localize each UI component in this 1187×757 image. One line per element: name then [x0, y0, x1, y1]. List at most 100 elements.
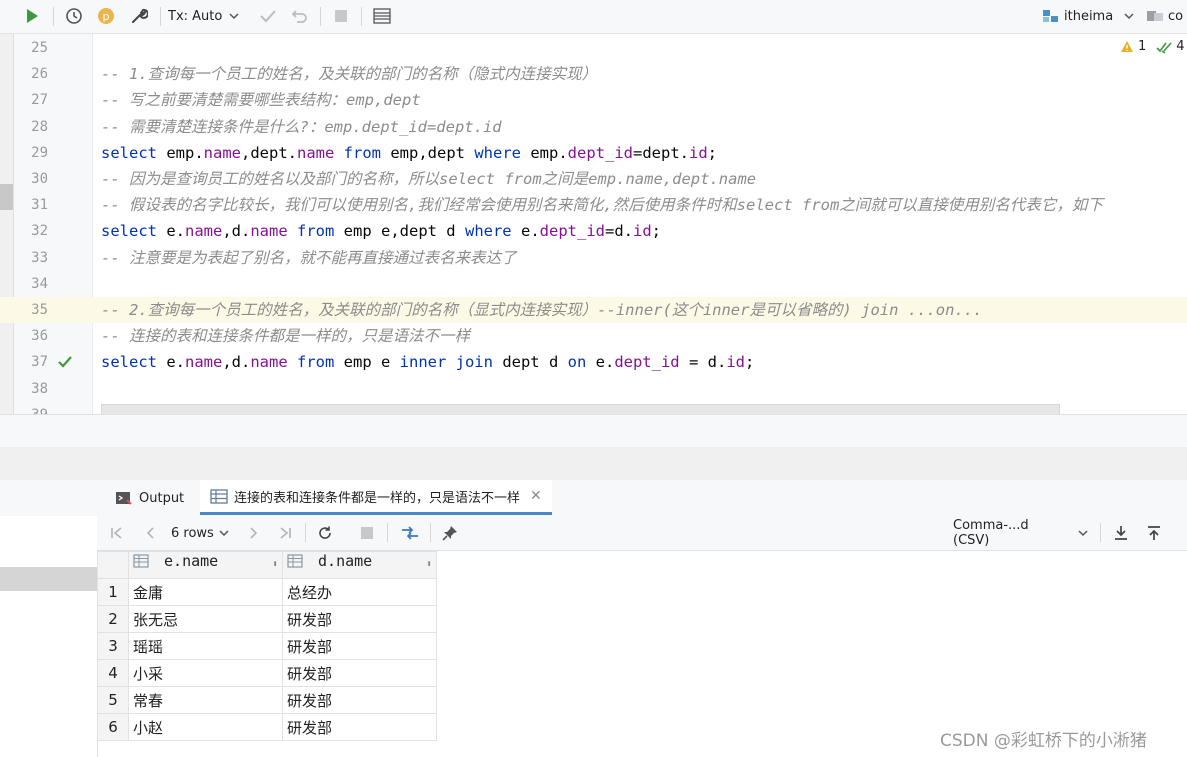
column-icon [133, 554, 149, 568]
main-toolbar: p Tx: Auto itheima co [0, 0, 1187, 34]
first-page-icon[interactable] [105, 521, 129, 545]
code-line[interactable]: 37 select e.name,d.name from emp e inner … [0, 349, 1187, 375]
watermark: CSDN @彩虹桥下的小淅猪 [940, 731, 1147, 751]
tx-mode-dropdown[interactable]: Tx: Auto [168, 4, 248, 28]
table-cell[interactable]: 研发部 [282, 659, 437, 687]
console-selector[interactable]: co [1146, 4, 1187, 28]
commit-check-icon[interactable] [256, 4, 280, 28]
row-number-header [97, 551, 129, 579]
line-number: 37 [31, 354, 48, 371]
close-icon[interactable]: ✕ [530, 488, 542, 504]
result-grid[interactable]: e.name ⬍ d.name ⬍ 1 金庸 总经办 2 张无忌 研发部 3 瑶瑶 研发部 4 小采… [97, 551, 437, 741]
code-line[interactable]: 27 -- 写之前要清楚需要哪些表结构：emp,dept [0, 87, 1187, 113]
code-line[interactable]: 36 -- 连接的表和连接条件都是一样的，只是语法不一样 [0, 323, 1187, 349]
column-header-d-name[interactable]: d.name ⬍ [282, 551, 437, 579]
code-line[interactable]: 34 [0, 271, 1187, 297]
run-icon[interactable] [20, 4, 44, 28]
svg-text:p: p [103, 10, 110, 23]
table-row[interactable]: 2 张无忌 研发部 [97, 605, 437, 633]
rollback-icon[interactable] [288, 4, 312, 28]
row-number: 6 [97, 713, 129, 741]
sql-comment: -- 需要清楚连接条件是什么?：emp.dept_id=dept.id [101, 117, 502, 136]
table-row[interactable]: 3 瑶瑶 研发部 [97, 632, 437, 660]
sql-token: ; [707, 143, 718, 162]
toolbar-separator [361, 7, 362, 26]
table-icon [210, 488, 228, 504]
line-number: 34 [31, 275, 48, 292]
sql-token: =d. [604, 222, 633, 241]
code-line[interactable]: 29 select emp.name,dept.name from emp,dep… [0, 140, 1187, 166]
code-line[interactable]: 26 -- 1.查询每一个员工的姓名，及关联的部门的名称（隐式内连接实现） [0, 61, 1187, 87]
table-cell[interactable]: 张无忌 [128, 605, 283, 633]
table-cell[interactable]: 常春 [128, 686, 283, 714]
sql-token: emp e,dept d [334, 222, 465, 241]
line-number: 30 [31, 171, 48, 187]
code-line[interactable]: 33 -- 注意要是为表起了别名，就不能再直接通过表名来表达了 [0, 245, 1187, 271]
code-text: select e.name,d.name from emp e,dept d w… [101, 218, 661, 244]
last-page-icon[interactable] [273, 521, 297, 545]
code-text: -- 连接的表和连接条件都是一样的，只是语法不一样 [101, 323, 470, 349]
table-cell[interactable]: 小采 [128, 659, 283, 687]
table-row[interactable]: 5 常春 研发部 [97, 686, 437, 714]
sql-field: dept_id [567, 143, 633, 162]
page-size-dropdown[interactable]: 6 rows [171, 521, 235, 545]
datasource-selector[interactable]: itheima [1042, 4, 1137, 28]
code-line[interactable]: 35 -- 2.查询每一个员工的姓名，及关联的部门的名称（显式内连接实现）--in… [0, 297, 1187, 323]
sql-field: dept_id [539, 222, 605, 241]
ok-count: 4 [1176, 39, 1185, 54]
sql-editor[interactable]: 25 26 -- 1.查询每一个员工的姓名，及关联的部门的名称（隐式内连接实现） 27… [0, 34, 1187, 414]
sql-keyword: where [474, 143, 521, 162]
inspection-widget[interactable]: 1 4 [1120, 39, 1185, 54]
download-icon[interactable] [1109, 521, 1133, 545]
table-view-icon[interactable] [370, 4, 394, 28]
reload-icon[interactable] [313, 521, 337, 545]
toolbar-separator [320, 7, 321, 26]
selected-tree-row[interactable] [0, 567, 97, 591]
profile-p-icon[interactable]: p [94, 4, 118, 28]
table-row[interactable]: 4 小采 研发部 [97, 659, 437, 687]
tab-result-label: 连接的表和连接条件都是一样的，只是语法不一样 [234, 490, 521, 506]
tab-output[interactable]: Output [115, 480, 184, 516]
code-line[interactable]: 32 select e.name,d.name from emp e,dept d… [0, 218, 1187, 244]
sql-field: name [250, 222, 288, 241]
table-cell[interactable]: 小赵 [128, 713, 283, 741]
compare-arrows-icon[interactable] [397, 521, 423, 545]
pin-icon[interactable] [438, 521, 462, 545]
console-label: co [1168, 8, 1184, 24]
history-icon[interactable] [62, 4, 86, 28]
code-line[interactable]: 25 [0, 35, 1187, 61]
panel-divider [0, 447, 1187, 480]
code-line[interactable]: 30 -- 因为是查询员工的姓名以及部门的名称，所以select from之间是e… [0, 166, 1187, 192]
next-page-icon[interactable] [241, 521, 265, 545]
code-line[interactable]: 31 -- 假设表的名字比较长，我们可以使用别名,我们经常会使用别名来简化,然后使… [0, 192, 1187, 218]
table-cell[interactable]: 金庸 [128, 578, 283, 606]
horizontal-scrollbar[interactable] [101, 404, 1060, 414]
sort-icon[interactable]: ⬍ [272, 552, 278, 578]
tab-result[interactable]: 连接的表和连接条件都是一样的，只是语法不一样 ✕ [200, 480, 552, 515]
table-cell[interactable]: 研发部 [282, 713, 437, 741]
sort-icon[interactable]: ⬍ [426, 552, 432, 578]
table-cell[interactable]: 研发部 [282, 605, 437, 633]
code-line[interactable]: 28 -- 需要清楚连接条件是什么?：emp.dept_id=dept.id [0, 114, 1187, 140]
column-header-e-name[interactable]: e.name ⬍ [128, 551, 283, 579]
wrench-icon[interactable] [127, 4, 151, 28]
sql-keyword: where [464, 222, 512, 241]
table-row[interactable]: 1 金庸 总经办 [97, 578, 437, 606]
table-cell[interactable]: 总经办 [282, 578, 437, 606]
sql-comment: -- 因为是查询员工的姓名以及部门的名称，所以select from之间是emp… [101, 170, 757, 188]
stop-icon[interactable] [355, 521, 379, 545]
sql-token: emp. [157, 143, 204, 162]
sql-token: ,d. [222, 222, 251, 241]
stop-icon[interactable] [329, 4, 353, 28]
table-cell[interactable]: 研发部 [282, 686, 437, 714]
sql-keyword: on [567, 353, 587, 372]
code-line[interactable]: 38 [0, 376, 1187, 402]
prev-page-icon[interactable] [139, 521, 163, 545]
editor-footer [0, 414, 1187, 448]
upload-icon[interactable] [1142, 521, 1166, 545]
table-row[interactable]: 6 小赵 研发部 [97, 713, 437, 741]
export-format-dropdown[interactable]: Comma-...d (CSV) [953, 518, 1089, 548]
table-cell[interactable]: 瑶瑶 [128, 632, 283, 660]
table-cell[interactable]: 研发部 [282, 632, 437, 660]
sql-field: name [185, 353, 223, 372]
